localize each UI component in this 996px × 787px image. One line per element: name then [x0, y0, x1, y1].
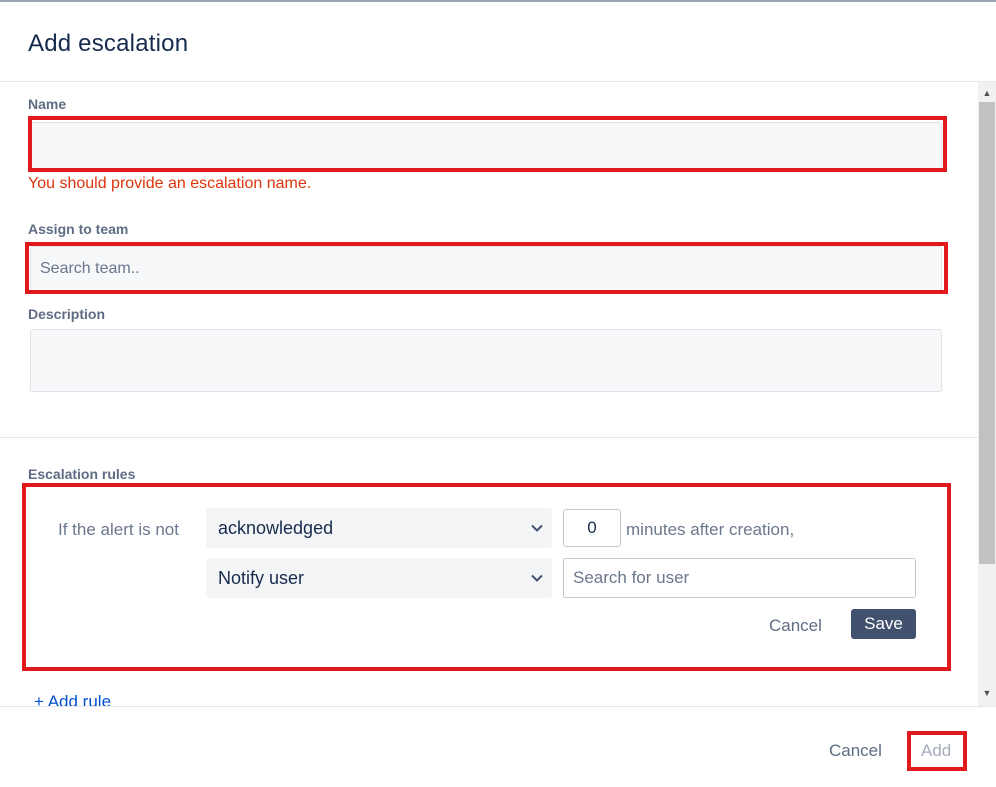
description-textarea[interactable] — [31, 330, 941, 391]
escalation-rules-label: Escalation rules — [28, 466, 136, 482]
scroll-thumb[interactable] — [979, 102, 995, 564]
user-search-field[interactable] — [563, 558, 916, 598]
dialog-footer: Cancel Add — [0, 706, 996, 787]
rule-cancel-button[interactable]: Cancel — [769, 616, 822, 636]
rule-condition-prefix: If the alert is not — [58, 520, 179, 539]
cancel-button[interactable]: Cancel — [829, 741, 882, 761]
action-select-value: Notify user — [218, 568, 305, 588]
minutes-input[interactable] — [564, 510, 620, 546]
user-search-input[interactable] — [564, 559, 915, 597]
condition-select[interactable]: acknowledged — [206, 508, 552, 548]
section-divider — [0, 437, 978, 438]
name-field[interactable] — [30, 122, 942, 170]
chevron-down-icon — [531, 524, 543, 532]
name-error-message: You should provide an escalation name. — [28, 175, 312, 192]
add-button[interactable]: Add — [921, 741, 951, 761]
minutes-suffix: minutes after creation, — [626, 520, 795, 539]
scrollbar[interactable]: ▲ ▼ — [978, 82, 996, 706]
chevron-down-icon — [531, 574, 543, 582]
name-input[interactable] — [31, 123, 941, 169]
action-select[interactable]: Notify user — [206, 558, 552, 598]
add-rule-link[interactable]: + Add rule — [34, 692, 111, 706]
scroll-down-arrow-icon[interactable]: ▼ — [978, 686, 996, 700]
minutes-field[interactable] — [563, 509, 621, 547]
description-field[interactable] — [30, 329, 942, 392]
dialog-header: Add escalation — [0, 2, 996, 82]
dialog-body: Name You should provide an escalation na… — [0, 82, 978, 706]
condition-select-value: acknowledged — [218, 518, 334, 538]
team-search-field[interactable] — [30, 246, 942, 292]
scroll-up-arrow-icon[interactable]: ▲ — [978, 86, 996, 100]
name-label: Name — [28, 96, 67, 112]
rule-save-button[interactable]: Save — [851, 609, 916, 639]
team-search-input[interactable] — [31, 247, 941, 291]
dialog-title: Add escalation — [28, 30, 189, 57]
team-label: Assign to team — [28, 221, 129, 237]
description-label: Description — [28, 306, 106, 322]
